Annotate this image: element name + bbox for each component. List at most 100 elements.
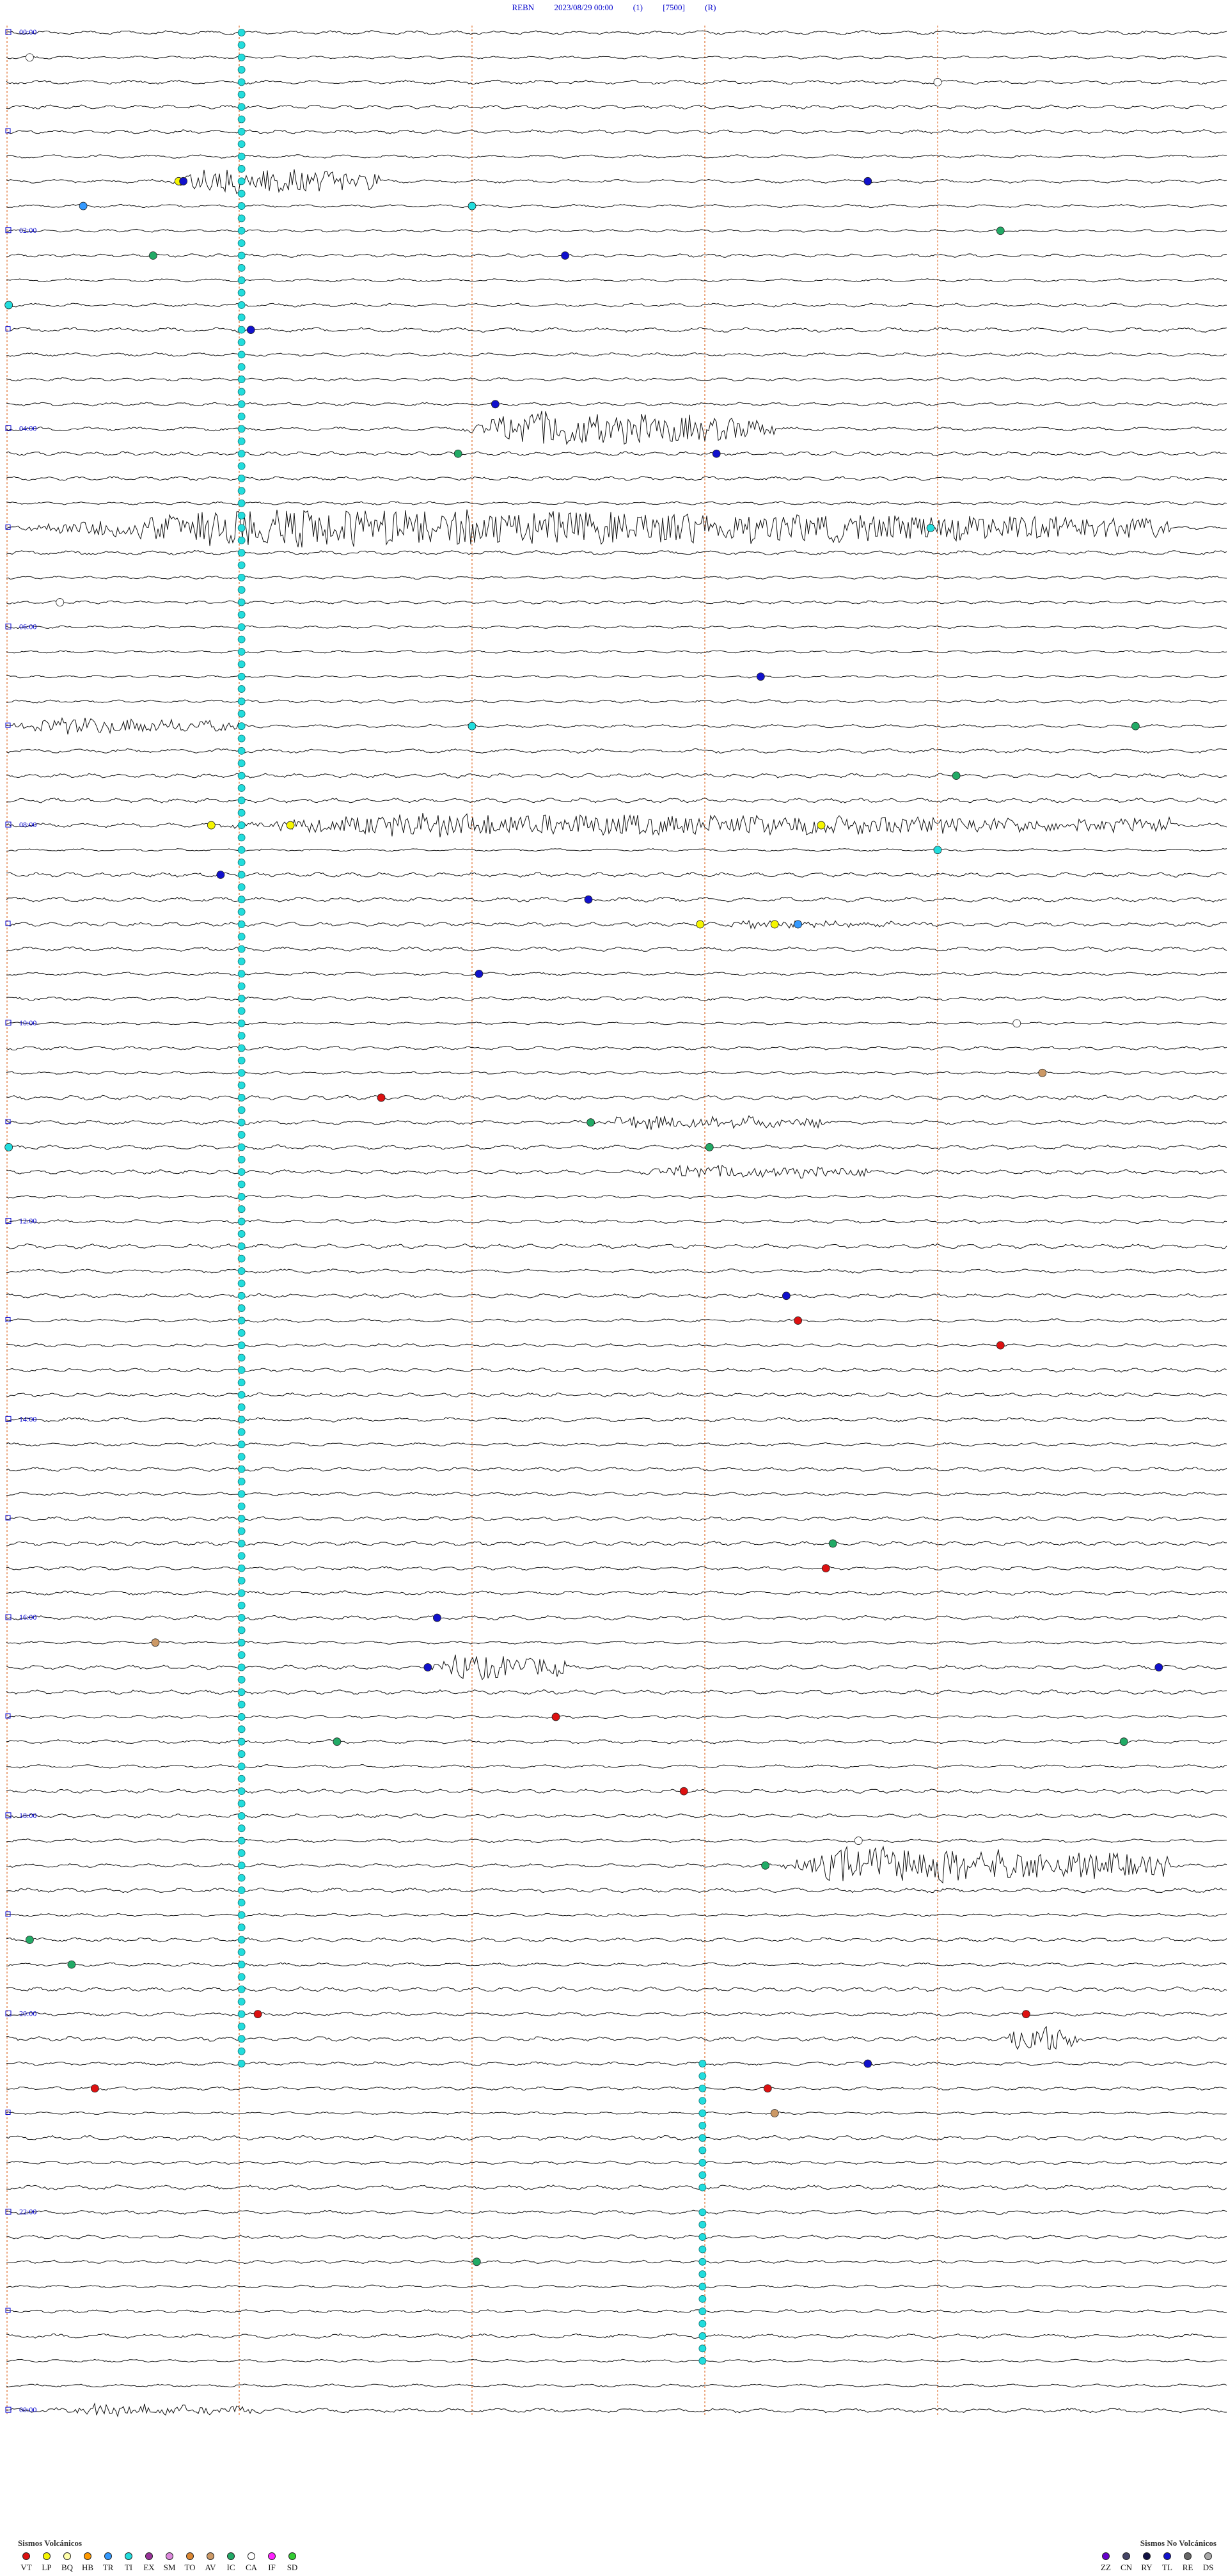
pick-marker-ic: [952, 771, 961, 780]
cyan-pick-marker: [237, 1044, 246, 1052]
trace-line: [6, 1144, 1227, 1150]
cyan-pick-marker: [237, 1626, 246, 1634]
pick-marker-ca: [56, 598, 65, 606]
cyan-pick-marker: [237, 2023, 246, 2030]
cyan-pick-marker: [237, 301, 246, 309]
cyan-pick-marker: [237, 1861, 246, 1870]
trace-line: [6, 872, 1227, 878]
cyan-pick-marker: [237, 1094, 246, 1102]
legend-swatch: [43, 2552, 51, 2560]
cyan-pick-marker: [237, 1502, 246, 1510]
trace-line: [6, 1392, 1227, 1398]
cyan-pick-marker: [237, 784, 246, 792]
pick-marker-av: [151, 1638, 160, 1647]
trace-line: [6, 1219, 1227, 1224]
cyan-pick-marker: [237, 747, 246, 755]
pick-marker-tl: [712, 449, 721, 458]
pick-marker-ca: [26, 53, 34, 62]
cyan-pick-marker: [237, 611, 246, 619]
cyan-pick-marker: [237, 1168, 246, 1176]
cyan-pick-marker: [237, 648, 246, 656]
legend-label: RY: [1141, 2563, 1153, 2572]
cyan-pick-marker: [237, 202, 246, 210]
trace-line: [6, 79, 1227, 85]
cyan-pick-marker: [237, 1478, 246, 1486]
cyan-pick-marker: [237, 1391, 246, 1399]
cyan-pick-marker: [237, 152, 246, 161]
pick-marker-ic: [453, 449, 462, 458]
cyan-pick-marker: [237, 1961, 246, 1969]
pick-marker-lp: [286, 821, 295, 830]
pick-marker-ic: [472, 2257, 481, 2266]
cyan-pick-marker: [237, 375, 246, 383]
pick-marker-vt: [821, 1564, 830, 1573]
trace-line: [6, 1640, 1227, 1645]
cyan-pick-marker: [237, 821, 246, 829]
time-label: 10:00: [19, 1018, 36, 1027]
legend-swatch: [1122, 2552, 1130, 2560]
cyan-pick-marker: [698, 2270, 707, 2279]
legend-label: CA: [245, 2563, 258, 2572]
cyan-pick-marker: [698, 2097, 707, 2105]
cyan-pick-marker: [698, 2072, 707, 2080]
cyan-pick-marker: [237, 1948, 246, 1956]
pick-marker-vt: [996, 1341, 1005, 1350]
legend-label: TL: [1162, 2563, 1172, 2572]
pick-marker-tr: [794, 920, 802, 929]
pick-marker-tl: [246, 326, 255, 335]
cyan-pick-marker: [237, 1379, 246, 1387]
legend-swatch: [84, 2552, 91, 2560]
cyan-pick-marker: [237, 586, 246, 594]
cyan-pick-marker: [237, 1403, 246, 1411]
trace-line: [6, 1565, 1227, 1571]
pick-marker-lp: [696, 920, 705, 929]
legend-label: AV: [205, 2563, 216, 2572]
cyan-pick-marker: [237, 995, 246, 1002]
trace-line: [6, 1115, 1227, 1130]
cyan-pick-marker: [237, 1725, 246, 1734]
legend-item-hb: HB: [79, 2552, 96, 2573]
cyan-pick-marker: [237, 771, 246, 780]
pick-marker-ic: [996, 226, 1005, 235]
cyan-pick-marker: [237, 189, 246, 198]
cyan-pick-marker: [698, 2295, 707, 2303]
pick-marker-ti: [468, 722, 476, 731]
trace-line: [6, 1838, 1227, 1844]
cyan-pick-marker: [698, 2233, 707, 2241]
legend-item-lp: LP: [38, 2552, 55, 2573]
legend-item-ex: EX: [141, 2552, 157, 2573]
trace-line: [6, 1937, 1227, 1943]
cyan-pick-marker: [237, 846, 246, 854]
legend-item-ic: IC: [223, 2552, 239, 2573]
pick-marker-ti: [468, 201, 476, 210]
pick-marker-av: [1038, 1068, 1047, 1077]
hour-marker: [5, 1316, 11, 1322]
cyan-pick-marker: [237, 1564, 246, 1572]
trace-line: [6, 104, 1227, 109]
trace-line: [6, 773, 1227, 778]
pick-marker-vt: [377, 1093, 386, 1102]
cyan-pick-marker: [237, 66, 246, 74]
cyan-pick-marker: [237, 177, 246, 186]
cyan-pick-marker: [237, 697, 246, 706]
legend-label: IC: [226, 2563, 235, 2572]
cyan-pick-marker: [237, 338, 246, 346]
cyan-pick-marker: [237, 1329, 246, 1337]
trace-line: [6, 575, 1227, 580]
trace-line: [6, 1466, 1227, 1472]
non-volcanic-legend-items: ZZ CN RY TL RE DS: [1098, 2552, 1216, 2573]
trace-line: [6, 1243, 1227, 1249]
pick-marker-ic: [761, 1861, 770, 1870]
legend-swatch: [145, 2552, 153, 2560]
trace-line: [6, 1689, 1227, 1695]
pick-marker-vt: [794, 1316, 802, 1325]
trace-line: [6, 972, 1227, 976]
cyan-pick-marker: [237, 1205, 246, 1213]
legend-item-ds: DS: [1200, 2552, 1216, 2573]
trace-line: [6, 675, 1227, 679]
pick-marker-tl: [433, 1613, 441, 1622]
trace-line: [6, 1590, 1227, 1596]
cyan-pick-marker: [237, 1428, 246, 1436]
trace-line: [6, 600, 1227, 604]
cyan-pick-marker: [237, 487, 246, 495]
